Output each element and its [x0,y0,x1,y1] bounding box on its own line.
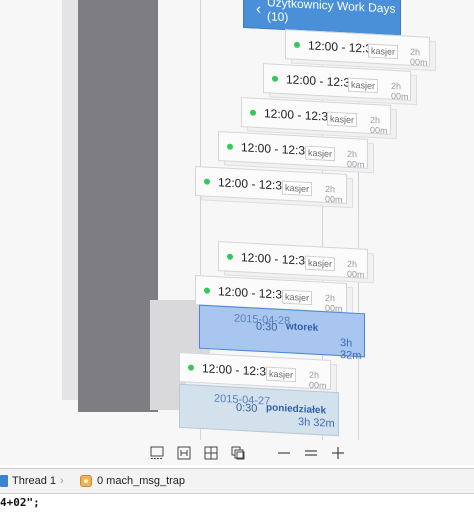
thread-icon [0,475,8,487]
duration-label: 2h 00m [410,46,428,68]
chevron-right-icon: › [60,475,64,487]
grid-icon[interactable] [204,446,218,460]
role-badge: kasjer [327,111,358,128]
table-row[interactable]: 12:00 - 12:32 kasjer 2h 00m [218,241,368,280]
view-debugger-canvas[interactable]: ‹ Użytkownicy Work Days (10) 12:00 - 12:… [0,0,474,465]
status-dot [204,178,210,185]
time-label: 12:00 - 12:32 [218,284,289,302]
console-line: 4+02"; [0,496,40,509]
time-label: 12:00 - 12:32 [202,361,273,379]
stack-frame-icon [80,475,92,487]
role-badge: kasjer [282,289,313,306]
table-row[interactable]: 12:00 - 12:32 kasjer 2h 00m [195,166,347,205]
day-count: 0:30 [236,401,258,415]
status-dot [272,75,278,82]
duration-label: 2h 00m [309,369,327,391]
layer-guide [358,0,359,440]
time-label: 12:00 - 12:32 [218,175,289,193]
align-icon[interactable] [150,446,164,460]
time-label: 12:00 - 12:32 [241,250,312,268]
role-badge: kasjer [305,255,336,272]
nav-title: Użytkownicy Work Days (10) [267,0,396,25]
time-label: 12:00 - 12:32 [286,72,357,91]
table-row[interactable]: 12:00 - 12:32 kasjer 2h 00m [241,97,391,136]
table-row[interactable]: 12:00 - 12:32 kasjer 2h 00m [285,29,430,68]
layers-icon[interactable] [231,446,245,460]
day-row-selected[interactable]: 2015-04-28 0:30 wtorek 3h 32m [199,304,365,362]
zoom-equal-icon[interactable] [304,446,318,460]
chevron-left-icon[interactable]: ‹ [256,0,261,17]
canvas-toolbar [0,440,474,465]
frame-label: 0 mach_msg_trap [97,475,186,487]
duration-label: 2h 00m [347,148,365,170]
container-layer [78,0,158,412]
table-row[interactable]: 12:00 - 12:32 kasjer 2h 00m [263,63,411,102]
day-weekday: poniedziałek [266,402,327,417]
table-row[interactable]: 12:00 - 12:32 kasjer 2h 00m [218,131,368,170]
day-duration: 3h 32m [298,416,335,430]
status-dot [227,143,233,150]
thread-selector[interactable]: Thread 1 › [0,475,64,487]
role-badge: kasjer [305,145,336,162]
day-row[interactable]: 2015-04-27 0:30 poniedziałek 3h 32m [179,383,339,437]
status-dot [250,109,256,116]
status-dot [294,41,300,48]
duration-label: 2h 00m [325,183,343,205]
time-label: 12:00 - 12:32 [241,140,312,158]
zoom-out-icon[interactable] [277,446,291,460]
resize-icon[interactable] [177,446,191,460]
day-weekday: wtorek [286,321,319,334]
status-dot [227,253,233,260]
role-badge: kasjer [368,43,399,60]
time-label: 12:00 - 12:32 [264,106,335,124]
thread-label: Thread 1 [12,475,57,487]
debug-bar: Thread 1 › 0 mach_msg_trap [0,468,474,494]
role-badge: kasjer [348,77,379,94]
status-dot [188,364,194,371]
day-count: 0:30 [256,320,278,334]
role-badge: kasjer [266,366,297,383]
role-badge: kasjer [282,180,313,197]
zoom-in-icon[interactable] [331,446,345,460]
duration-label: 2h 00m [391,80,409,102]
duration-label: 2h 00m [370,114,388,136]
day-duration: 3h 32m [340,337,362,363]
window-layer [62,0,79,400]
status-dot [204,287,210,294]
duration-label: 2h 00m [347,258,365,280]
frame-selector[interactable]: 0 mach_msg_trap [80,475,185,487]
